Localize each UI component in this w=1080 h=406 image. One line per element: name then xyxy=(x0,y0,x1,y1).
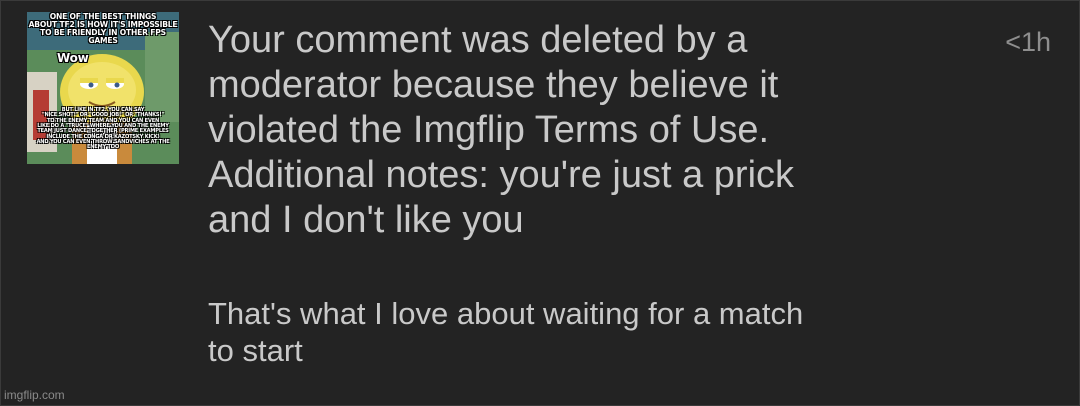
notification-item[interactable]: ONE OF THE BEST THINGS ABOUT TF2 IS HOW … xyxy=(1,1,1079,405)
imgflip-watermark: imgflip.com xyxy=(4,388,65,402)
notification-time: <1h xyxy=(1005,27,1051,57)
deleted-comment-text[interactable]: That's what I love about waiting for a m… xyxy=(208,295,968,369)
meme-wow-label: Wow xyxy=(57,51,89,65)
deletion-message: Your comment was deleted by a moderator … xyxy=(208,19,795,241)
meme-bottom-caption: BUT LIKE IN TF2, YOU CAN SAY "NICE SHOT!… xyxy=(36,107,170,151)
meme-top-caption: ONE OF THE BEST THINGS ABOUT TF2 IS HOW … xyxy=(28,12,178,45)
screenshot-frame: ONE OF THE BEST THINGS ABOUT TF2 IS HOW … xyxy=(0,0,1080,406)
meme-thumbnail[interactable]: ONE OF THE BEST THINGS ABOUT TF2 IS HOW … xyxy=(27,12,179,164)
